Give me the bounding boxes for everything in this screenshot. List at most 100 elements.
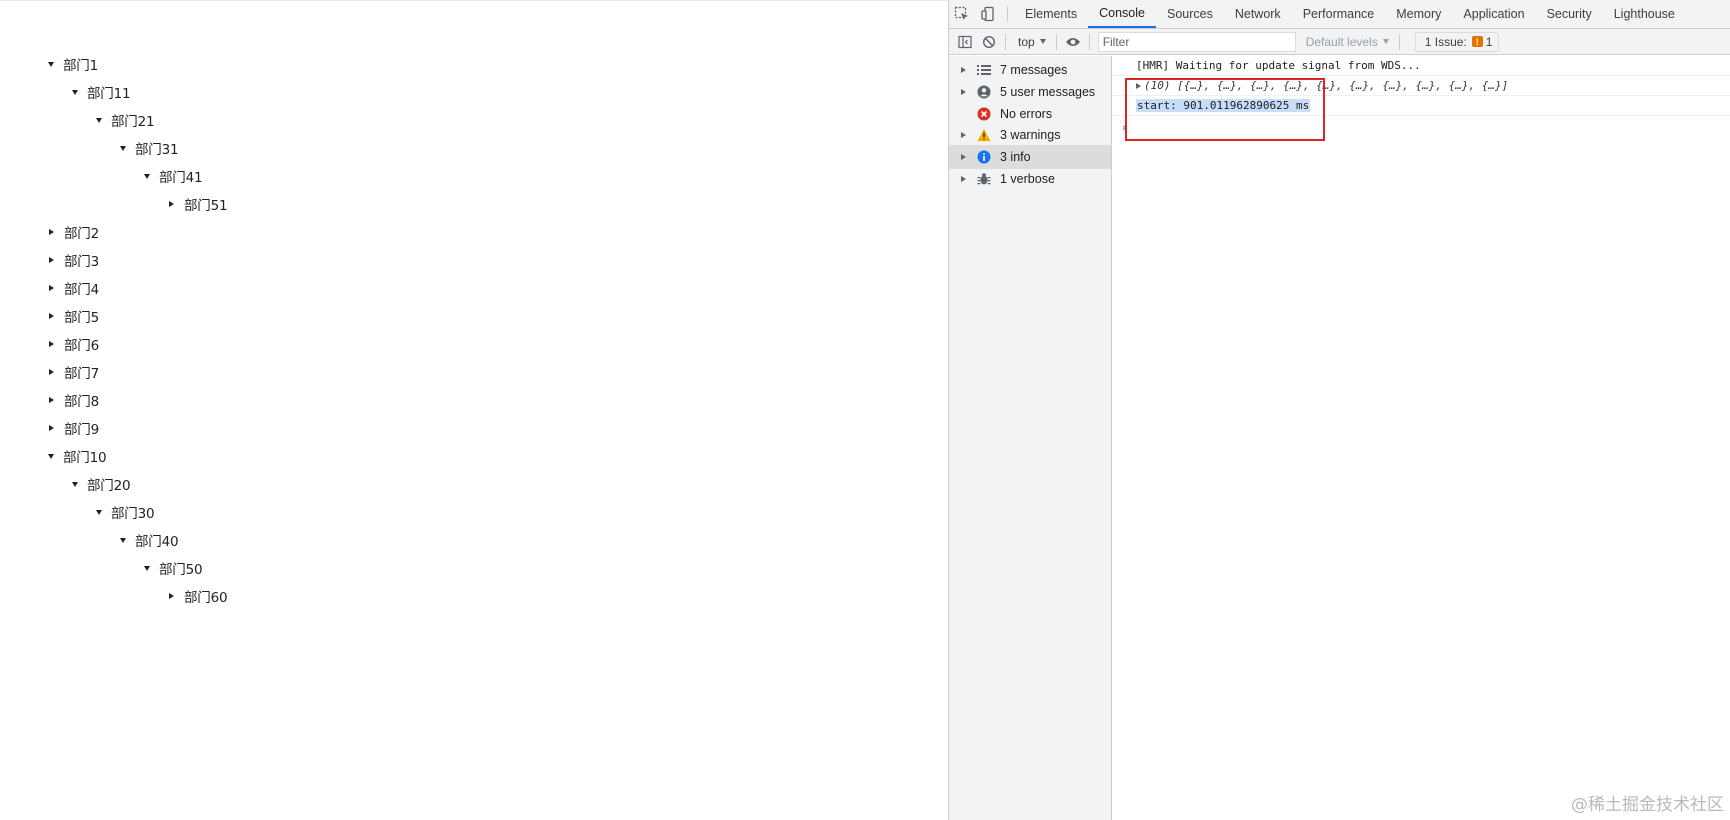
tab-sources[interactable]: Sources [1156,0,1224,28]
expand-caret-icon[interactable] [961,67,966,73]
live-expression-eye-icon[interactable] [1061,30,1085,54]
sidebar-item-user[interactable]: 5 user messages [949,80,1111,104]
caret-right-icon[interactable] [169,201,174,207]
tree-node[interactable]: 部门50 [144,558,203,578]
caret-down-icon[interactable] [72,89,78,95]
toolbar-divider [1088,33,1090,50]
tree-node[interactable]: 部门3 [48,250,99,270]
caret-down-icon[interactable] [144,173,150,179]
tree-node[interactable]: 部门51 [168,194,228,214]
tree-node-label: 部门11 [87,86,131,102]
console-prompt[interactable]: › [1121,121,1128,134]
tree-node[interactable]: 部门60 [168,586,228,606]
caret-down-icon[interactable] [144,565,150,571]
tree-node[interactable]: 部门11 [72,82,131,102]
caret-right-icon[interactable] [49,369,54,375]
tree-node[interactable]: 部门7 [48,362,99,382]
expand-caret-icon[interactable] [961,88,966,95]
tree-node[interactable]: 部门8 [48,390,99,410]
sidebar-item-info[interactable]: 3 info [949,145,1111,170]
sidebar-item-error[interactable]: No errors [949,102,1111,126]
warning-icon [977,128,991,142]
tree-node-label: 部门10 [63,450,107,466]
caret-down-icon[interactable] [96,509,102,515]
tree-node[interactable]: 部门40 [120,530,179,550]
expand-caret-icon [961,111,966,117]
tree-node[interactable]: 部门2 [48,222,99,242]
console-message[interactable]: (10) [{…}, {…}, {…}, {…}, {…}, {…}, {…},… [1112,76,1730,96]
tree-node[interactable]: 部门21 [96,110,155,130]
sidebar-toggle-icon[interactable] [953,30,977,54]
caret-right-icon[interactable] [49,397,54,403]
console-message-text: [HMR] Waiting for update signal from WDS… [1136,59,1421,72]
tree-node[interactable]: 部门30 [96,502,155,522]
console-array-preview: (10) [{…}, {…}, {…}, {…}, {…}, {…}, {…},… [1144,79,1509,92]
caret-down-icon[interactable] [72,481,78,487]
tree-node-label: 部门41 [159,170,203,186]
caret-down-icon[interactable] [48,61,54,67]
chevron-down-icon [1039,39,1046,44]
caret-down-icon[interactable] [120,145,126,151]
sidebar-item-label: 3 warnings [1000,128,1061,143]
caret-right-icon[interactable] [49,285,54,291]
console-sidebar: 7 messages 5 user messages No errors 3 warn… [949,56,1112,820]
filter-input[interactable] [1097,31,1296,52]
tree-node-label: 部门9 [64,422,99,438]
clear-console-icon[interactable] [977,30,1001,54]
tab-security[interactable]: Security [1536,0,1603,28]
log-levels-dropdown[interactable]: Default levels [1306,35,1389,49]
tree-node[interactable]: 部门20 [72,474,131,494]
tab-elements[interactable]: Elements [1014,0,1088,28]
tree-node[interactable]: 部门10 [48,446,107,466]
console-message[interactable]: [HMR] Waiting for update signal from WDS… [1112,56,1730,76]
caret-right-icon[interactable] [49,313,54,319]
sidebar-item-label: 7 messages [1000,63,1068,77]
sidebar-item-label: 5 user messages [1000,84,1096,99]
error-icon [977,107,991,121]
tree-node[interactable]: 部门31 [120,138,179,158]
caret-right-icon[interactable] [169,593,174,599]
caret-right-icon[interactable] [49,341,54,347]
issues-button[interactable]: 1 Issue: ! 1 [1414,31,1500,52]
expand-caret-icon[interactable] [961,132,966,139]
toolbar-divider [1398,33,1400,50]
tree-node[interactable]: 部门6 [48,334,99,354]
tree-node[interactable]: 部门5 [48,306,99,326]
tree-node[interactable]: 部门1 [48,54,98,74]
caret-down-icon[interactable] [96,117,102,123]
tab-network[interactable]: Network [1224,0,1292,28]
tab-lighthouse[interactable]: Lighthouse [1603,0,1686,28]
tab-performance[interactable]: Performance [1292,0,1386,28]
context-selector[interactable]: top [1010,35,1052,49]
tab-memory[interactable]: Memory [1385,0,1452,28]
expand-caret-icon[interactable] [961,176,966,182]
sidebar-item-bug[interactable]: 1 verbose [949,167,1111,191]
caret-right-icon[interactable] [49,257,54,263]
tree-node[interactable]: 部门4 [48,278,99,298]
list-icon [977,63,991,77]
tree-node[interactable]: 部门41 [144,166,203,186]
inspect-element-icon[interactable] [949,0,975,28]
sidebar-item-warning[interactable]: 3 warnings [949,123,1111,147]
sidebar-item-list[interactable]: 7 messages [949,58,1111,82]
caret-down-icon[interactable] [120,537,126,543]
expand-caret-icon[interactable] [1136,82,1141,89]
tab-application[interactable]: Application [1452,0,1535,28]
sidebar-item-label: 3 info [1000,150,1031,165]
caret-down-icon[interactable] [48,453,54,459]
tree-node-label: 部门30 [111,506,155,522]
tab-console[interactable]: Console [1088,0,1156,28]
tree-node[interactable]: 部门9 [48,418,99,438]
page-content: 部门1 部门11 部门21 部门31 部门41 部门51 部门2 部门3 部门4 部门5 部门6 部门… [0,0,948,820]
caret-right-icon[interactable] [49,229,54,235]
console-timer-text: start: 901.011962890625 ms [1136,99,1311,112]
console-message[interactable]: start: 901.011962890625 ms [1112,96,1730,116]
device-toolbar-icon[interactable] [975,0,1001,28]
issues-count: 1 [1485,34,1493,49]
caret-right-icon[interactable] [49,425,54,431]
info-icon [977,150,991,164]
console-output: [HMR] Waiting for update signal from WDS… [1112,56,1730,820]
tree-node-label: 部门60 [184,590,228,606]
tree-node-label: 部门7 [64,366,99,382]
expand-caret-icon[interactable] [961,154,966,161]
